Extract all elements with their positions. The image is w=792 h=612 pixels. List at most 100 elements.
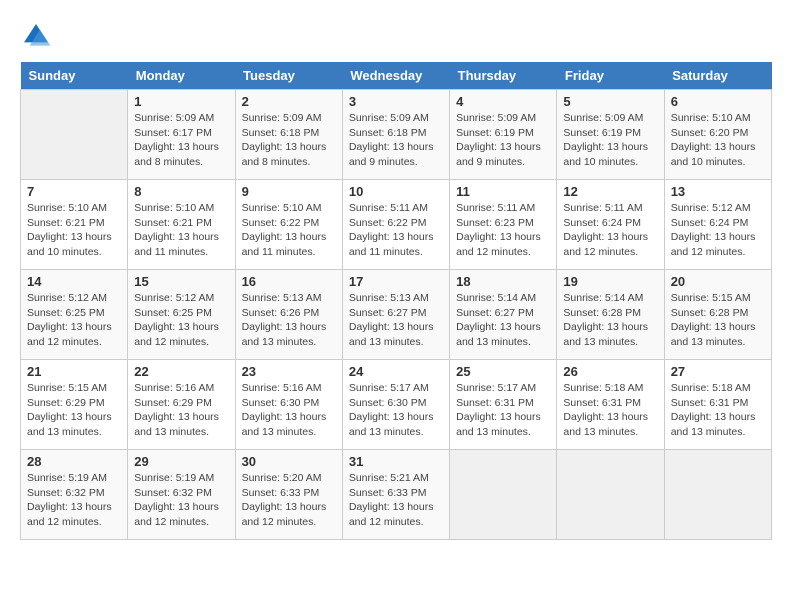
calendar-day-cell: 21 Sunrise: 5:15 AM Sunset: 6:29 PM Dayl… bbox=[21, 360, 128, 450]
calendar-day-cell: 11 Sunrise: 5:11 AM Sunset: 6:23 PM Dayl… bbox=[450, 180, 557, 270]
calendar-day-cell: 22 Sunrise: 5:16 AM Sunset: 6:29 PM Dayl… bbox=[128, 360, 235, 450]
day-number: 16 bbox=[242, 274, 336, 289]
day-number: 7 bbox=[27, 184, 121, 199]
calendar-day-cell: 23 Sunrise: 5:16 AM Sunset: 6:30 PM Dayl… bbox=[235, 360, 342, 450]
calendar-day-cell: 4 Sunrise: 5:09 AM Sunset: 6:19 PM Dayli… bbox=[450, 90, 557, 180]
weekday-header: Tuesday bbox=[235, 62, 342, 90]
calendar-day-cell bbox=[450, 450, 557, 540]
page-header bbox=[20, 20, 772, 52]
calendar-day-cell: 14 Sunrise: 5:12 AM Sunset: 6:25 PM Dayl… bbox=[21, 270, 128, 360]
day-number: 17 bbox=[349, 274, 443, 289]
calendar-day-cell: 31 Sunrise: 5:21 AM Sunset: 6:33 PM Dayl… bbox=[342, 450, 449, 540]
day-info: Sunrise: 5:10 AM Sunset: 6:22 PM Dayligh… bbox=[242, 201, 336, 260]
day-info: Sunrise: 5:09 AM Sunset: 6:17 PM Dayligh… bbox=[134, 111, 228, 170]
day-number: 14 bbox=[27, 274, 121, 289]
calendar-day-cell: 16 Sunrise: 5:13 AM Sunset: 6:26 PM Dayl… bbox=[235, 270, 342, 360]
calendar-day-cell: 24 Sunrise: 5:17 AM Sunset: 6:30 PM Dayl… bbox=[342, 360, 449, 450]
day-number: 9 bbox=[242, 184, 336, 199]
day-number: 26 bbox=[563, 364, 657, 379]
day-info: Sunrise: 5:19 AM Sunset: 6:32 PM Dayligh… bbox=[134, 471, 228, 530]
calendar-table: SundayMondayTuesdayWednesdayThursdayFrid… bbox=[20, 62, 772, 540]
day-number: 20 bbox=[671, 274, 765, 289]
day-number: 5 bbox=[563, 94, 657, 109]
day-info: Sunrise: 5:13 AM Sunset: 6:26 PM Dayligh… bbox=[242, 291, 336, 350]
day-info: Sunrise: 5:14 AM Sunset: 6:27 PM Dayligh… bbox=[456, 291, 550, 350]
day-info: Sunrise: 5:19 AM Sunset: 6:32 PM Dayligh… bbox=[27, 471, 121, 530]
calendar-day-cell: 13 Sunrise: 5:12 AM Sunset: 6:24 PM Dayl… bbox=[664, 180, 771, 270]
day-number: 2 bbox=[242, 94, 336, 109]
day-number: 4 bbox=[456, 94, 550, 109]
day-number: 3 bbox=[349, 94, 443, 109]
calendar-day-cell: 7 Sunrise: 5:10 AM Sunset: 6:21 PM Dayli… bbox=[21, 180, 128, 270]
day-info: Sunrise: 5:12 AM Sunset: 6:25 PM Dayligh… bbox=[27, 291, 121, 350]
calendar-day-cell: 12 Sunrise: 5:11 AM Sunset: 6:24 PM Dayl… bbox=[557, 180, 664, 270]
weekday-header: Monday bbox=[128, 62, 235, 90]
day-info: Sunrise: 5:20 AM Sunset: 6:33 PM Dayligh… bbox=[242, 471, 336, 530]
day-number: 21 bbox=[27, 364, 121, 379]
calendar-day-cell: 29 Sunrise: 5:19 AM Sunset: 6:32 PM Dayl… bbox=[128, 450, 235, 540]
calendar-day-cell: 27 Sunrise: 5:18 AM Sunset: 6:31 PM Dayl… bbox=[664, 360, 771, 450]
day-number: 6 bbox=[671, 94, 765, 109]
day-info: Sunrise: 5:18 AM Sunset: 6:31 PM Dayligh… bbox=[671, 381, 765, 440]
day-info: Sunrise: 5:13 AM Sunset: 6:27 PM Dayligh… bbox=[349, 291, 443, 350]
day-info: Sunrise: 5:09 AM Sunset: 6:18 PM Dayligh… bbox=[349, 111, 443, 170]
day-number: 22 bbox=[134, 364, 228, 379]
calendar-day-cell: 18 Sunrise: 5:14 AM Sunset: 6:27 PM Dayl… bbox=[450, 270, 557, 360]
day-info: Sunrise: 5:16 AM Sunset: 6:30 PM Dayligh… bbox=[242, 381, 336, 440]
day-info: Sunrise: 5:11 AM Sunset: 6:22 PM Dayligh… bbox=[349, 201, 443, 260]
day-info: Sunrise: 5:11 AM Sunset: 6:23 PM Dayligh… bbox=[456, 201, 550, 260]
day-number: 19 bbox=[563, 274, 657, 289]
day-info: Sunrise: 5:21 AM Sunset: 6:33 PM Dayligh… bbox=[349, 471, 443, 530]
day-info: Sunrise: 5:18 AM Sunset: 6:31 PM Dayligh… bbox=[563, 381, 657, 440]
day-number: 1 bbox=[134, 94, 228, 109]
calendar-week-row: 21 Sunrise: 5:15 AM Sunset: 6:29 PM Dayl… bbox=[21, 360, 772, 450]
day-info: Sunrise: 5:09 AM Sunset: 6:18 PM Dayligh… bbox=[242, 111, 336, 170]
calendar-week-row: 28 Sunrise: 5:19 AM Sunset: 6:32 PM Dayl… bbox=[21, 450, 772, 540]
day-info: Sunrise: 5:12 AM Sunset: 6:25 PM Dayligh… bbox=[134, 291, 228, 350]
calendar-week-row: 7 Sunrise: 5:10 AM Sunset: 6:21 PM Dayli… bbox=[21, 180, 772, 270]
day-info: Sunrise: 5:11 AM Sunset: 6:24 PM Dayligh… bbox=[563, 201, 657, 260]
day-info: Sunrise: 5:16 AM Sunset: 6:29 PM Dayligh… bbox=[134, 381, 228, 440]
calendar-day-cell: 2 Sunrise: 5:09 AM Sunset: 6:18 PM Dayli… bbox=[235, 90, 342, 180]
day-number: 30 bbox=[242, 454, 336, 469]
day-number: 15 bbox=[134, 274, 228, 289]
day-info: Sunrise: 5:17 AM Sunset: 6:31 PM Dayligh… bbox=[456, 381, 550, 440]
day-number: 23 bbox=[242, 364, 336, 379]
weekday-row: SundayMondayTuesdayWednesdayThursdayFrid… bbox=[21, 62, 772, 90]
calendar-day-cell: 15 Sunrise: 5:12 AM Sunset: 6:25 PM Dayl… bbox=[128, 270, 235, 360]
day-number: 12 bbox=[563, 184, 657, 199]
day-info: Sunrise: 5:10 AM Sunset: 6:21 PM Dayligh… bbox=[27, 201, 121, 260]
calendar-day-cell: 30 Sunrise: 5:20 AM Sunset: 6:33 PM Dayl… bbox=[235, 450, 342, 540]
calendar-day-cell: 17 Sunrise: 5:13 AM Sunset: 6:27 PM Dayl… bbox=[342, 270, 449, 360]
calendar-day-cell: 5 Sunrise: 5:09 AM Sunset: 6:19 PM Dayli… bbox=[557, 90, 664, 180]
day-number: 27 bbox=[671, 364, 765, 379]
calendar-day-cell: 8 Sunrise: 5:10 AM Sunset: 6:21 PM Dayli… bbox=[128, 180, 235, 270]
calendar-header: SundayMondayTuesdayWednesdayThursdayFrid… bbox=[21, 62, 772, 90]
calendar-day-cell: 1 Sunrise: 5:09 AM Sunset: 6:17 PM Dayli… bbox=[128, 90, 235, 180]
calendar-day-cell: 26 Sunrise: 5:18 AM Sunset: 6:31 PM Dayl… bbox=[557, 360, 664, 450]
day-number: 29 bbox=[134, 454, 228, 469]
day-info: Sunrise: 5:10 AM Sunset: 6:20 PM Dayligh… bbox=[671, 111, 765, 170]
calendar-day-cell: 28 Sunrise: 5:19 AM Sunset: 6:32 PM Dayl… bbox=[21, 450, 128, 540]
day-info: Sunrise: 5:10 AM Sunset: 6:21 PM Dayligh… bbox=[134, 201, 228, 260]
day-info: Sunrise: 5:14 AM Sunset: 6:28 PM Dayligh… bbox=[563, 291, 657, 350]
weekday-header: Friday bbox=[557, 62, 664, 90]
day-number: 24 bbox=[349, 364, 443, 379]
weekday-header: Sunday bbox=[21, 62, 128, 90]
calendar-week-row: 14 Sunrise: 5:12 AM Sunset: 6:25 PM Dayl… bbox=[21, 270, 772, 360]
calendar-day-cell bbox=[664, 450, 771, 540]
day-info: Sunrise: 5:12 AM Sunset: 6:24 PM Dayligh… bbox=[671, 201, 765, 260]
calendar-day-cell bbox=[21, 90, 128, 180]
day-number: 25 bbox=[456, 364, 550, 379]
day-number: 18 bbox=[456, 274, 550, 289]
day-number: 28 bbox=[27, 454, 121, 469]
calendar-day-cell: 10 Sunrise: 5:11 AM Sunset: 6:22 PM Dayl… bbox=[342, 180, 449, 270]
day-number: 11 bbox=[456, 184, 550, 199]
day-info: Sunrise: 5:09 AM Sunset: 6:19 PM Dayligh… bbox=[563, 111, 657, 170]
day-info: Sunrise: 5:15 AM Sunset: 6:29 PM Dayligh… bbox=[27, 381, 121, 440]
calendar-week-row: 1 Sunrise: 5:09 AM Sunset: 6:17 PM Dayli… bbox=[21, 90, 772, 180]
calendar-day-cell: 19 Sunrise: 5:14 AM Sunset: 6:28 PM Dayl… bbox=[557, 270, 664, 360]
calendar-day-cell: 20 Sunrise: 5:15 AM Sunset: 6:28 PM Dayl… bbox=[664, 270, 771, 360]
calendar-day-cell bbox=[557, 450, 664, 540]
calendar-day-cell: 25 Sunrise: 5:17 AM Sunset: 6:31 PM Dayl… bbox=[450, 360, 557, 450]
